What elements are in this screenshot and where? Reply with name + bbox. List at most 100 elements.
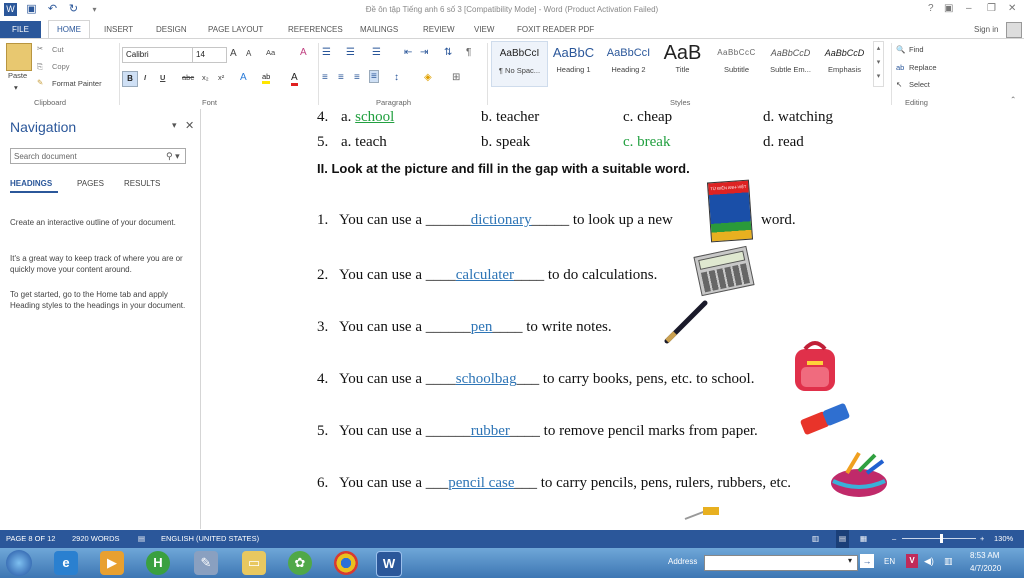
font-name-field[interactable]: Calibri [122,47,193,63]
zoom-level[interactable]: 130% [994,530,1013,548]
grow-font-button[interactable]: A [230,48,237,59]
tab-headings[interactable]: HEADINGS [10,179,52,188]
chrome-icon[interactable] [334,551,358,575]
font-color-icon[interactable]: A [291,72,298,86]
zoom-slider-track[interactable] [902,538,976,539]
paste-icon[interactable] [6,43,32,71]
search-icon[interactable]: ⚲ ▾ [166,151,180,162]
copy-button[interactable]: Copy [52,62,70,71]
zoom-in-icon[interactable]: + [980,530,984,548]
style-emphasis[interactable]: AaBbCcD Emphasis [817,41,872,85]
shading-icon[interactable]: ◈ [424,72,432,83]
sort-icon[interactable]: ⇅ [444,47,452,58]
file-explorer-icon[interactable]: ▭ [242,551,266,575]
text-effects-icon[interactable]: A [240,72,247,83]
show-formatting-marks-icon[interactable]: ¶ [466,47,471,58]
language-indicator[interactable]: ENGLISH (UNITED STATES) [161,530,259,548]
tab-home[interactable]: HOME [48,20,90,38]
tab-review[interactable]: REVIEW [423,21,455,38]
address-dropdown-icon[interactable]: ▾ [848,556,852,565]
tab-view[interactable]: VIEW [474,21,494,38]
print-layout-icon[interactable]: ▤ [836,530,850,548]
style-subtle-emphasis[interactable]: AaBbCcD Subtle Em... [763,41,818,85]
account-avatar[interactable] [1006,22,1022,38]
find-button[interactable]: Find [909,45,924,54]
ribbon-display-options-icon[interactable]: ▣ [944,3,953,14]
paint-icon[interactable]: ✎ [194,551,218,575]
pane-options-icon[interactable]: ▾ [172,120,177,131]
tab-results[interactable]: RESULTS [124,179,160,188]
tab-design[interactable]: DESIGN [156,21,187,38]
tab-mailings[interactable]: MAILINGS [360,21,398,38]
underline-button[interactable]: U [160,73,165,82]
decrease-indent-icon[interactable]: ⇤ [404,47,412,58]
change-case-button[interactable]: Aa [266,48,275,57]
align-left-icon[interactable]: ≡ [322,72,328,83]
paste-dropdown-icon[interactable]: ▾ [14,83,18,92]
style-heading-2[interactable]: AaBbCcI Heading 2 [601,41,656,85]
line-spacing-icon[interactable]: ↕ [394,72,399,83]
address-input[interactable] [704,555,858,571]
numbering-icon[interactable]: ☰ [346,47,355,58]
collapse-ribbon-icon[interactable]: ⌃ [1010,95,1016,104]
bullets-icon[interactable]: ☰ [322,47,331,58]
styles-scroll-icon[interactable]: ▴ ▾ ▾ [873,41,884,87]
go-arrow-icon[interactable]: → [860,554,874,568]
internet-explorer-icon[interactable]: e [54,551,78,575]
v-tray-icon[interactable]: V [906,554,918,568]
h-app-icon[interactable]: H [146,551,170,575]
replace-button[interactable]: Replace [909,63,937,72]
align-center-icon[interactable]: ≡ [338,72,344,83]
web-layout-icon[interactable]: ▦ [860,530,867,548]
highlight-color-icon[interactable]: ab [262,72,271,84]
word-count[interactable]: 2920 WORDS [72,530,120,548]
align-right-icon[interactable]: ≡ [354,72,360,83]
justify-icon[interactable]: ≡ [369,70,379,83]
volume-icon[interactable]: ◀) [924,556,934,567]
borders-icon[interactable]: ⊞ [452,72,460,83]
close-window-icon[interactable]: ✕ [1008,3,1016,14]
clock-time[interactable]: 8:53 AM [970,551,999,560]
strikethrough-button[interactable]: abc [182,73,194,82]
style-title[interactable]: AaB Title [655,41,710,85]
proofing-icon[interactable]: ▤ [138,530,145,548]
subscript-button[interactable]: x₂ [202,73,209,82]
sign-in-link[interactable]: Sign in [974,21,998,38]
zoom-slider-thumb[interactable] [940,534,943,543]
style-subtitle[interactable]: AaBbCcC Subtitle [709,41,764,85]
close-pane-icon[interactable]: ✕ [185,119,194,132]
read-mode-icon[interactable]: ▥ [812,530,819,548]
cut-button[interactable]: Cut [52,45,64,54]
restore-icon[interactable]: ❐ [987,3,996,14]
minimize-icon[interactable]: – [966,3,972,14]
tab-pages[interactable]: PAGES [77,179,104,188]
clear-formatting-icon[interactable]: A [300,47,307,58]
green-app-icon[interactable]: ✿ [288,551,312,575]
style-heading-1[interactable]: AaBbC Heading 1 [546,41,601,85]
format-painter-button[interactable]: Format Painter [52,79,102,88]
tab-insert[interactable]: INSERT [104,21,133,38]
style-normal[interactable]: AaBbCcI ¶ No Spac... [491,41,548,87]
search-document-input[interactable]: Search document [10,148,186,164]
tab-references[interactable]: REFERENCES [288,21,343,38]
word-taskbar-icon[interactable]: W [376,551,402,577]
zoom-out-icon[interactable]: – [892,530,896,548]
help-icon[interactable]: ? [928,3,934,14]
start-button[interactable] [6,550,32,576]
network-icon[interactable]: ▥ [944,556,953,567]
bold-button[interactable]: B [122,71,138,87]
language-bar[interactable]: EN [884,557,895,566]
tab-file[interactable]: FILE [0,21,41,38]
tab-foxit-reader-pdf[interactable]: FOXIT READER PDF [517,21,594,38]
superscript-button[interactable]: x² [218,73,224,82]
font-size-field[interactable]: 14 [192,47,227,63]
italic-button[interactable]: I [144,73,146,82]
increase-indent-icon[interactable]: ⇥ [420,47,428,58]
clock-date[interactable]: 4/7/2020 [970,564,1001,573]
multilevel-list-icon[interactable]: ☰ [372,47,381,58]
shrink-font-button[interactable]: A [246,49,251,58]
paste-button[interactable]: Paste [8,71,27,80]
media-player-icon[interactable]: ▶ [100,551,124,575]
document-area[interactable]: 4. a. school b. teacher c. cheap d. watc… [201,109,1024,529]
tab-page-layout[interactable]: PAGE LAYOUT [208,21,263,38]
